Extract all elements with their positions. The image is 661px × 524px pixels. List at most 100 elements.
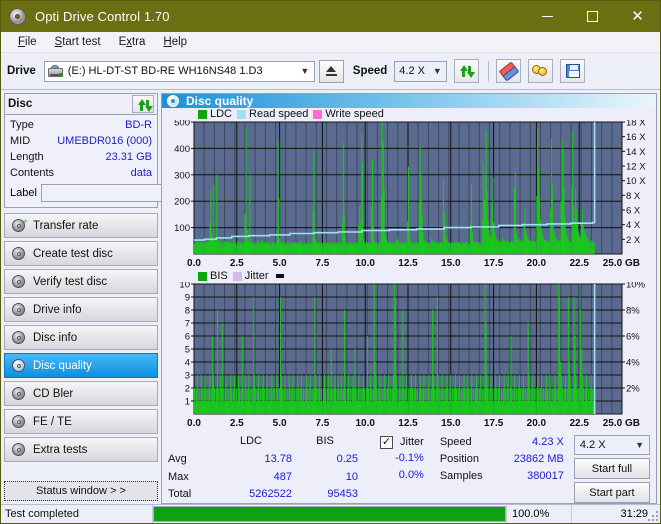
resize-grip[interactable] [648,511,658,521]
y-tick-label: 300 [174,170,190,181]
start-full-button[interactable]: Start full [573,458,650,479]
stats-header-ldc: LDC [239,435,262,447]
save-button[interactable] [560,59,586,83]
x-tick-label: 20.0 [527,418,547,429]
x-tick-label: 25.0 GB [603,418,640,429]
x-tick-label: 10.0 [355,418,375,429]
disc-quality-bis-chart-svg: 1 2 3 4 5 6 7 8 9 10 2% 4% 6% 8% 10% 0.0 2.5 5.0 7.5 10.0 12… [179,280,646,430]
tools-button[interactable] [528,59,554,83]
stats-row-label-avg: Avg [168,452,187,465]
sidebar-item-fe-te[interactable]: FE / TE [4,409,158,434]
x-tick-label: 5.0 [273,258,287,269]
stats-header-bis: BIS [316,435,334,447]
title-bar: Opti Drive Control 1.70 ✕ [1,1,660,32]
close-icon[interactable]: ✕ [615,1,660,32]
disc-icon [12,330,26,345]
disc-icon [12,414,26,429]
disc-row-contents: Contents data [10,165,152,181]
sidebar-item-drive-info[interactable]: Drive info [4,297,158,322]
sidebar-item-label: Verify test disc [33,275,108,288]
sidebar-item-extra-tests[interactable]: Extra tests [4,437,158,462]
y2-tick-label: 2% [626,384,640,395]
sidebar-item-label: FE / TE [33,415,72,428]
y-tick-label: 6 [185,332,190,343]
speed-row-value: 4.23 X [532,436,564,448]
x-tick-label: 15.0 [441,258,461,269]
x-tick-label: 0.0 [187,258,201,269]
legend-swatch-read-speed [237,109,247,119]
menu-extra-rest: tra [132,36,146,48]
refresh-disc-button[interactable] [132,95,154,113]
eject-button[interactable] [318,59,344,83]
disc-row-mid: MID UMEBDR016 (000) [10,133,152,149]
menu-start-test-rest: tart test [62,36,101,48]
position-row-label: Position [439,453,479,465]
sidebar-item-cd-bler[interactable]: CD Bler [4,381,158,406]
menu-file[interactable]: File [9,34,46,50]
disc-rows: Type BD-R MID UMEBDR016 (000) Length 23.… [5,115,244,207]
chevron-down-icon: ▼ [300,66,310,76]
legend-label-ldc: LDC [210,108,233,120]
maximize-button[interactable] [570,1,615,32]
disc-panel-title: Disc [8,98,33,110]
stats-bis-avg: 0.25 [336,452,358,465]
chevron-down-icon: ▼ [635,440,644,450]
window-title: Opti Drive Control 1.70 [35,9,170,24]
sidebar-item-verify-test-disc[interactable]: Verify test disc [4,269,158,294]
legend-swatch-jitter [232,271,242,281]
x-tick-label: 15.0 [441,418,461,429]
disc-length-label: Length [10,151,44,163]
test-speed-select[interactable]: 4.2 X ▼ [573,435,650,455]
sidebar-item-label: Extra tests [33,443,88,456]
eraser-icon [498,60,520,82]
x-tick-label: 12.5 [398,258,418,269]
x-tick-label: 10.0 [355,258,375,269]
disc-mid-value: UMEBDR016 (000) [57,135,152,147]
disc-panel-header: Disc [5,94,157,115]
drive-select[interactable]: (E:) HL-DT-ST BD-RE WH16NS48 1.D3 ▼ [43,60,315,82]
jitter-label: Jitter [400,436,424,448]
y2-tick-label: 10% [626,282,646,291]
sidebar-item-transfer-rate[interactable]: ✦ Transfer rate [4,213,158,238]
y2-tick-label: 8 X [626,191,641,202]
status-bar: Test completed 100.0% 31:29 [1,504,660,523]
minimize-button[interactable] [525,1,570,32]
menu-bar: File Start test Extra Help [1,32,660,53]
status-window-button[interactable]: Status window > > [4,481,158,501]
disc-quality-bis-chart: 1 2 3 4 5 6 7 8 9 10 2% 4% 6% 8% 10% 0.0 2.5 5.0 7.5 10.0 12… [162,280,656,430]
refresh-button[interactable] [454,59,480,83]
jitter-column: ✓ Jitter -0.1% 0.0% [380,435,424,503]
legend-label-write-speed: Write speed [325,108,384,120]
x-tick-label: 22.5 [569,418,589,429]
menu-extra[interactable]: Extra [110,34,155,50]
x-tick-label: 2.5 [230,258,244,269]
y-tick-label: 9 [185,293,190,304]
sidebar-item-disc-quality[interactable]: Disc quality [4,353,158,378]
start-part-button[interactable]: Start part [573,482,650,503]
disc-quality-ldc-chart: 100 200 300 400 500 2 X 4 X 6 X 8 X 10 X 12 X 14 X 1… [162,118,656,270]
stats-corner [168,435,210,450]
chart2-legend: BIS Jitter [162,270,656,282]
bulbs-icon [532,64,549,78]
chevron-down-icon: ▼ [432,66,442,76]
status-message: Test completed [1,505,153,523]
x-tick-label: 7.5 [315,418,329,429]
disc-row-length: Length 23.31 GB [10,149,152,165]
y-tick-label: 400 [174,144,190,155]
y-tick-label: 500 [174,120,190,129]
disc-quality-icon [167,94,180,108]
speed-label: Speed [352,65,388,77]
x-tick-label: 12.5 [398,418,418,429]
sidebar-item-disc-info[interactable]: Disc info [4,325,158,350]
y2-tick-label: 10 X [626,176,646,187]
jitter-checkbox[interactable]: ✓ [380,435,393,449]
menu-help[interactable]: Help [154,34,196,50]
legend-write-speed: Write speed [313,108,384,120]
speed-select[interactable]: 4.2 X ▼ [394,60,448,82]
menu-start-test[interactable]: Start test [46,34,110,50]
sidebar-item-create-test-disc[interactable]: Create test disc [4,241,158,266]
erase-button[interactable] [496,59,522,83]
drive-icon [47,64,64,78]
disc-contents-value: data [130,167,152,179]
stats-bis-max: 10 [345,470,358,483]
